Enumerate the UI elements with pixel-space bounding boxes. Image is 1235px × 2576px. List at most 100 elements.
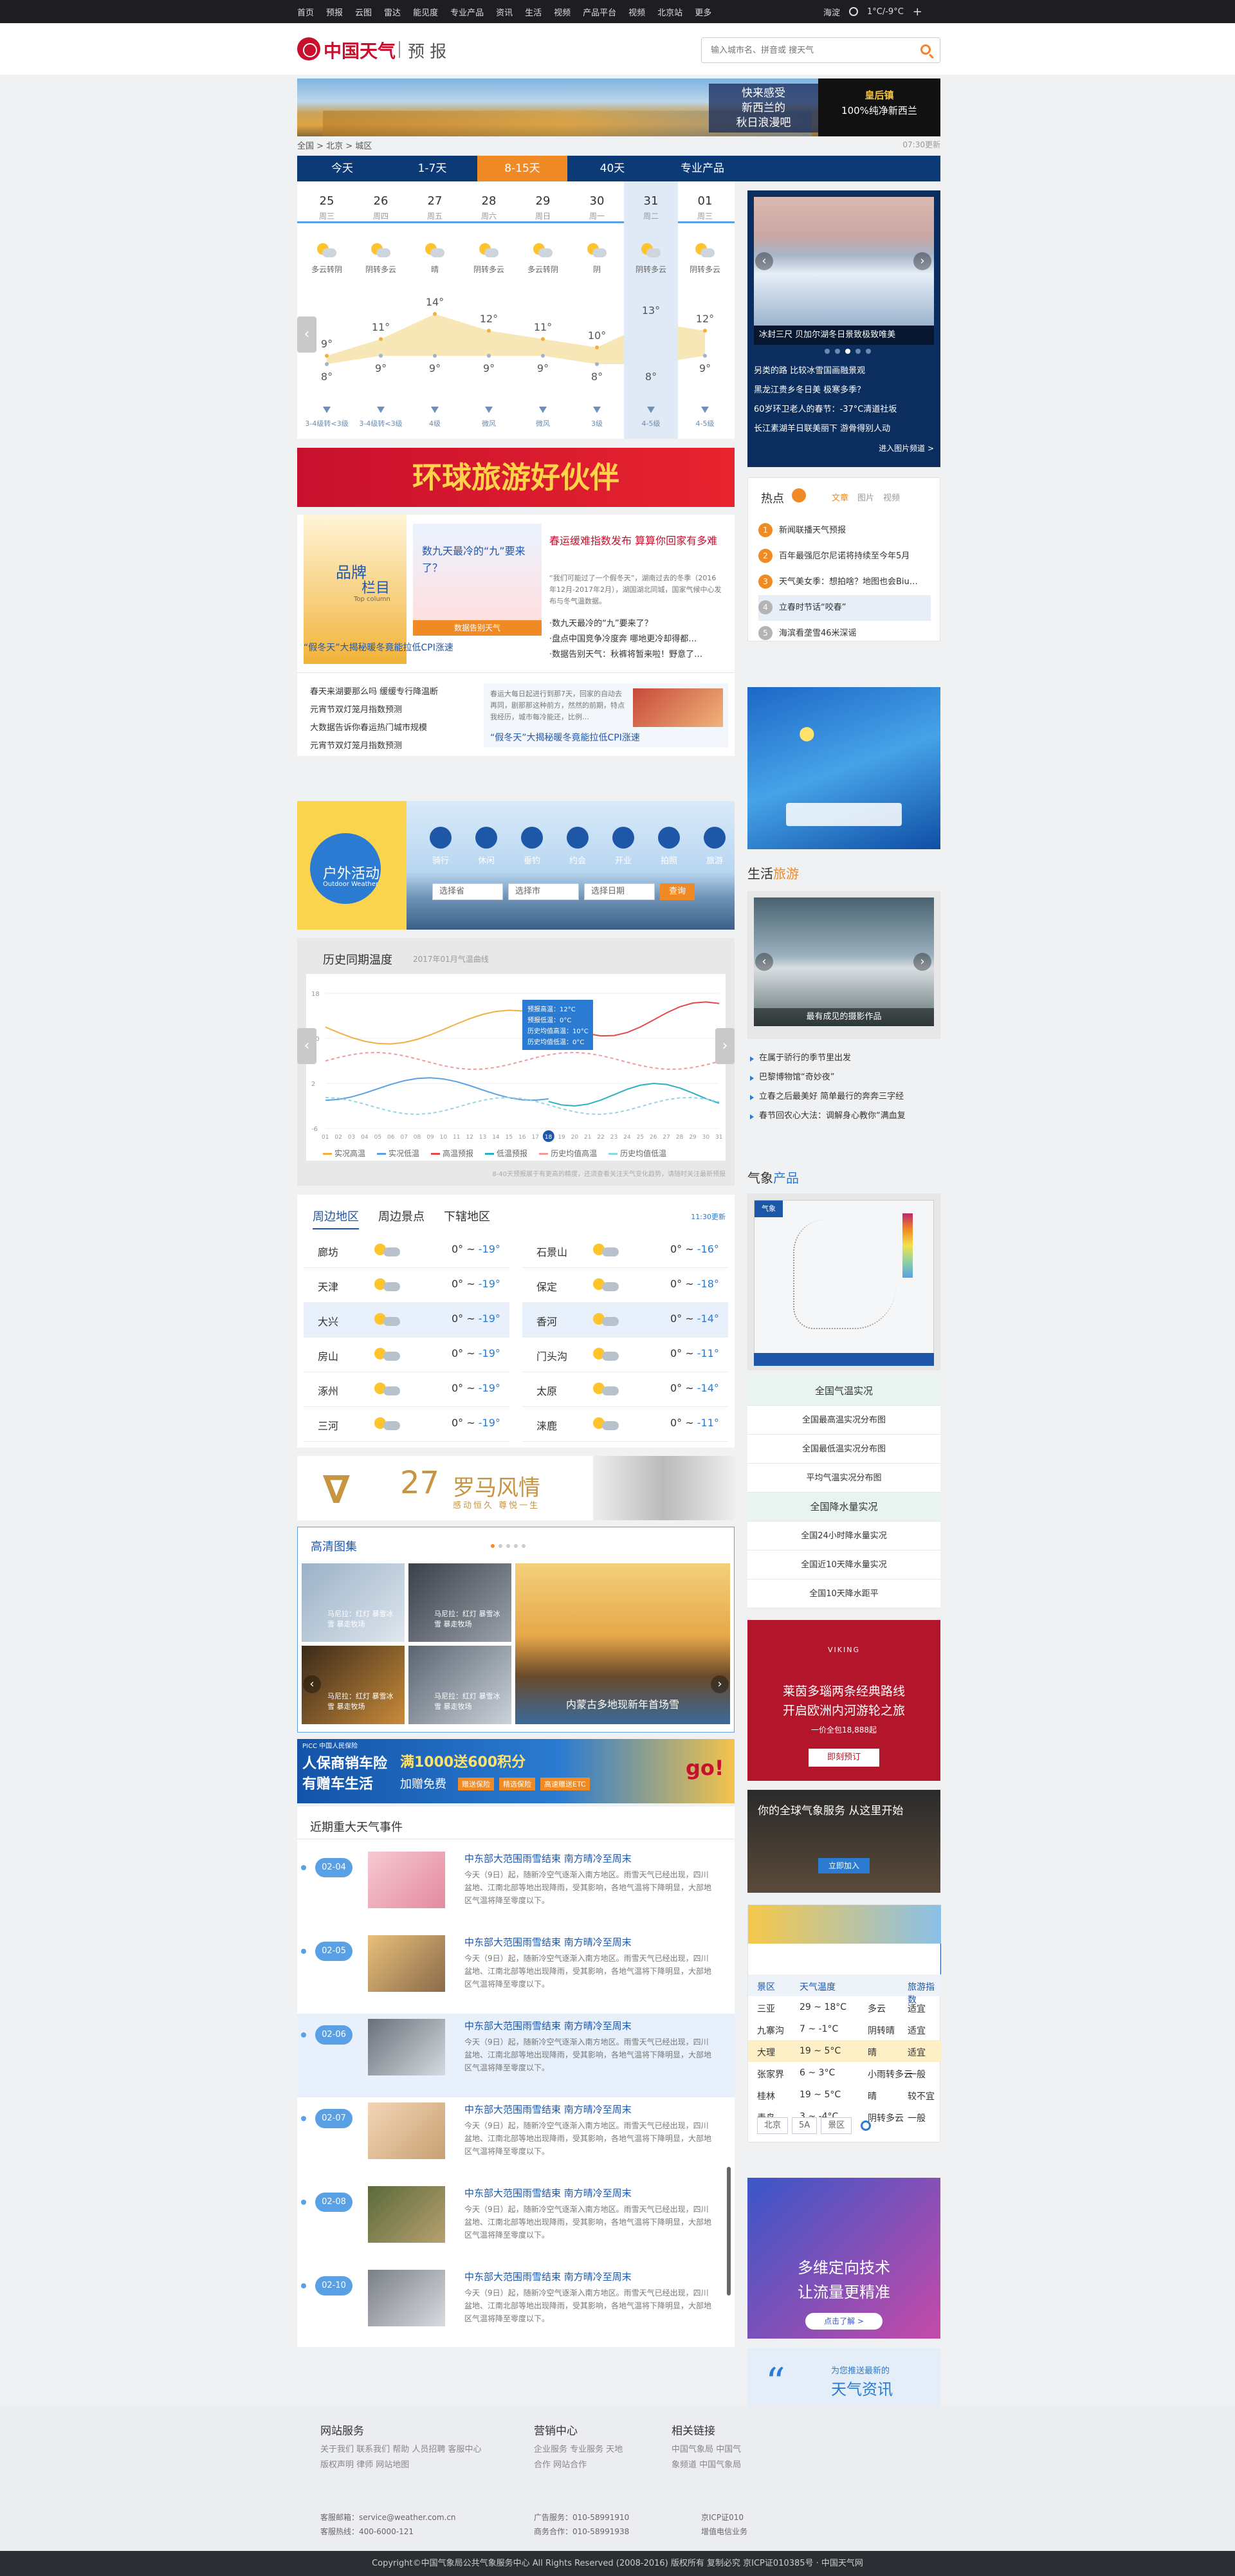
footer-links[interactable]: 关于我们 联系我们 帮助 人员招聘 客服中心 版权声明 律师 网站地图 xyxy=(320,2442,488,2473)
table-row[interactable]: 三亚 29 ~ 18°C 多云 适宜 xyxy=(748,1996,941,2018)
province-select[interactable]: 选择省 xyxy=(432,883,503,900)
top-nav-item[interactable]: 云图 xyxy=(355,6,372,18)
gallery-next-icon[interactable]: › xyxy=(711,1675,729,1693)
list-item[interactable]: 3 天气美女季：想拍啥？地图也会Biu… xyxy=(758,569,931,595)
list-item[interactable]: 大数据告诉你春运热门城市规模 xyxy=(310,719,477,737)
gallery-prev-icon[interactable]: ‹ xyxy=(303,1675,321,1693)
list-item[interactable]: 5 海滨看垄雪46米深谣 xyxy=(758,621,931,647)
nearby-city-row[interactable]: 太原 0° ~ -14° xyxy=(522,1372,728,1407)
tab-videos[interactable]: 视频 xyxy=(883,491,900,503)
tab-nearby-areas[interactable]: 周边地区 xyxy=(313,1208,359,1229)
life-prev-icon[interactable]: ‹ xyxy=(755,953,773,971)
news-headline[interactable]: 中东部大范围雨雪结束 南方晴冷至周末 xyxy=(464,2186,632,2200)
slider-next-icon[interactable]: › xyxy=(913,252,931,270)
life-photo[interactable] xyxy=(754,897,934,1026)
forecast-day[interactable]: 28 周六 阴转多云 12° 9° 微风 xyxy=(462,181,516,439)
news-thumbnail[interactable] xyxy=(368,2019,445,2075)
table-row[interactable]: 张家界 6 ~ 3°C 小雨转多云 一般 xyxy=(748,2062,941,2084)
news-item[interactable]: 02-10 中东部大范围雨雪结束 南方晴冷至周末 今天（9日）起，随新冷空气逐渐入南… xyxy=(297,2265,735,2348)
brand-thumbnail[interactable]: 数九天最冷的“九”要来了？ xyxy=(413,524,542,620)
tab-40[interactable]: 40天 xyxy=(567,156,657,181)
news-thumbnail[interactable] xyxy=(368,1852,445,1908)
city-select[interactable]: 北京 xyxy=(757,2117,789,2134)
news-item[interactable]: 02-07 中东部大范围雨雪结束 南方晴冷至周末 今天（9日）起，随新冷空气逐渐入南… xyxy=(297,2097,735,2181)
gallery-photo[interactable]: 马尼拉：红灯 暴雪冰雪 暴走牧场 xyxy=(302,1563,405,1642)
history-next-button[interactable]: › xyxy=(715,1028,735,1064)
news-thumbnail[interactable] xyxy=(368,2102,445,2159)
product-link[interactable]: 全国最低温实况分布图 xyxy=(747,1435,940,1464)
airline-ad[interactable]: ⬤ xyxy=(747,687,940,849)
tab-pro[interactable]: 专业产品 xyxy=(657,156,747,181)
brand-right-card[interactable]: 春运大每日起进行到那7天，回家的自动去再同，剧那那这种前方，然然的前期，特点我经… xyxy=(484,683,728,748)
map-player-bar[interactable] xyxy=(754,1353,934,1366)
forecast-day[interactable]: 27 周五晴 14° 9° 4级 xyxy=(408,181,462,439)
forecast-day[interactable]: 31 周二 阴转多云 13° 8° 4-5级 xyxy=(624,181,678,439)
top-nav-item[interactable]: 首页 xyxy=(297,6,314,18)
location-label[interactable]: 海淀 xyxy=(823,6,840,18)
product-link[interactable]: 全国最高温实况分布图 xyxy=(747,1406,940,1435)
product-link[interactable]: 全国降水量实况 xyxy=(747,1493,940,1522)
join-button[interactable]: 立即加入 xyxy=(818,1858,870,1873)
list-item[interactable]: 另类的路 比较冰雪国画融景观 xyxy=(754,362,934,381)
nearby-city-row[interactable]: 涞鹿 0° ~ -11° xyxy=(522,1407,728,1442)
book-now-button[interactable]: 即刻预订 xyxy=(809,1749,879,1767)
news-item[interactable]: 02-06 中东部大范围雨雪结束 南方晴冷至周末 今天（9日）起，随新冷空气逐渐入南… xyxy=(297,2014,735,2097)
nearby-city-row[interactable]: 天津 0° ~ -19° xyxy=(304,1268,509,1303)
nearby-city-row[interactable]: 房山 0° ~ -19° xyxy=(304,1338,509,1372)
product-link[interactable]: 全国气温实况 xyxy=(747,1377,940,1406)
viking-ad[interactable]: VIKING 莱茵多瑙两条经典路线 开启欧洲内河游轮之旅 一价全包18,888起… xyxy=(747,1620,940,1781)
gallery-main-photo[interactable]: 内蒙古多地现新年首场雪 xyxy=(515,1563,730,1724)
nearby-city-row[interactable]: 香河 0° ~ -14° xyxy=(522,1303,728,1338)
top-nav-item[interactable]: 视频 xyxy=(628,6,645,18)
list-item[interactable]: 春节回农心大法：调解身心教你“满血复 xyxy=(747,1107,940,1126)
list-item[interactable]: 巴黎博物馆“奇妙夜” xyxy=(747,1068,940,1087)
enter-photo-channel-link[interactable]: 进入图片频道 > xyxy=(754,439,934,458)
top-nav-more[interactable]: 更多 xyxy=(695,6,711,18)
nearby-city-row[interactable]: 保定 0° ~ -18° xyxy=(522,1268,728,1303)
top-nav-item[interactable]: 能见度 xyxy=(413,6,438,18)
slider-photo[interactable] xyxy=(754,197,934,326)
tab-8-15[interactable]: 8-15天 xyxy=(477,156,567,181)
site-logo-text[interactable]: 中国天气 xyxy=(324,37,396,63)
news-headline[interactable]: 中东部大范围雨雪结束 南方晴冷至周末 xyxy=(464,1852,632,1865)
list-item[interactable]: ·数据告别天气：秋裤将暂来啦！野意了… xyxy=(549,647,723,663)
slider-prev-icon[interactable]: ‹ xyxy=(755,252,773,270)
tab-images[interactable]: 图片 xyxy=(857,491,874,503)
product-link[interactable]: 平均气温实况分布图 xyxy=(747,1464,940,1493)
gallery-photo[interactable]: 马尼拉：红灯 暴雪冰雪 暴走牧场 xyxy=(408,1563,511,1642)
search-input[interactable] xyxy=(711,38,904,62)
list-item[interactable]: 元宵节双灯笼月指数预测 xyxy=(310,737,477,755)
list-item[interactable]: 春天来湖要那么吗 缓缓专行降温断 xyxy=(310,683,477,701)
forecast-day[interactable]: 26 周四 阴转多云 11° 9° 3-4级转<3级 xyxy=(354,181,408,439)
tab-today[interactable]: 今天 xyxy=(297,156,387,181)
top-nav-item[interactable]: 资讯 xyxy=(496,6,513,18)
top-nav-item[interactable]: 雷达 xyxy=(384,6,401,18)
city-select[interactable]: 选择市 xyxy=(508,883,579,900)
logo-icon[interactable] xyxy=(297,37,320,60)
add-icon[interactable]: + xyxy=(913,5,922,19)
mjdsj-ad[interactable]: 多维定向技术 让流量更精准 点击了解 > xyxy=(747,2178,940,2339)
activity-item[interactable]: 开业 xyxy=(608,827,638,866)
top-banner-ad[interactable]: 快来感受 新西兰的 秋日浪漫吧 皇后镇 100%纯净新西兰 xyxy=(297,78,940,136)
list-item[interactable]: 立春之后最美好 简单最行的奔奔三字经 xyxy=(747,1087,940,1107)
list-item[interactable]: 在属于骄行的季节里出发 xyxy=(747,1049,940,1068)
activity-item[interactable]: 骑行 xyxy=(426,827,455,866)
news-headline[interactable]: 中东部大范围雨雪结束 南方晴冷至周末 xyxy=(464,2102,632,2116)
brand-caption[interactable]: “假冬天”大揭秘暖冬竟能拉低CPI涨速 xyxy=(304,641,542,654)
top-nav-item[interactable]: 视频 xyxy=(554,6,571,18)
top-nav-item[interactable]: 预报 xyxy=(326,6,343,18)
top-nav-item[interactable]: 专业产品 xyxy=(450,6,484,18)
query-button[interactable]: 查询 xyxy=(660,883,695,900)
top-nav-item[interactable]: 产品平台 xyxy=(583,6,616,18)
nearby-city-row[interactable]: 三河 0° ~ -19° xyxy=(304,1407,509,1442)
product-link[interactable]: 全国10天降水距平 xyxy=(747,1579,940,1608)
tab-subordinate[interactable]: 下辖地区 xyxy=(444,1208,490,1229)
nearby-city-row[interactable]: 石景山 0° ~ -16° xyxy=(522,1233,728,1268)
life-next-icon[interactable]: › xyxy=(913,953,931,971)
forecast-day[interactable]: 01 周三 阴转多云 12° 9° 4-5级 xyxy=(678,181,732,439)
news-item[interactable]: 02-04 中东部大范围雨雪结束 南方晴冷至周末 今天（9日）起，随新冷空气逐渐入南… xyxy=(297,1846,735,1930)
footer-links[interactable]: 中国气象局 中国气象频道 中国气象局 xyxy=(672,2442,749,2473)
product-link[interactable]: 全国24小时降水量实况 xyxy=(747,1522,940,1550)
news-thumbnail[interactable] xyxy=(368,1935,445,1992)
date-select[interactable]: 选择日期 xyxy=(584,883,655,900)
